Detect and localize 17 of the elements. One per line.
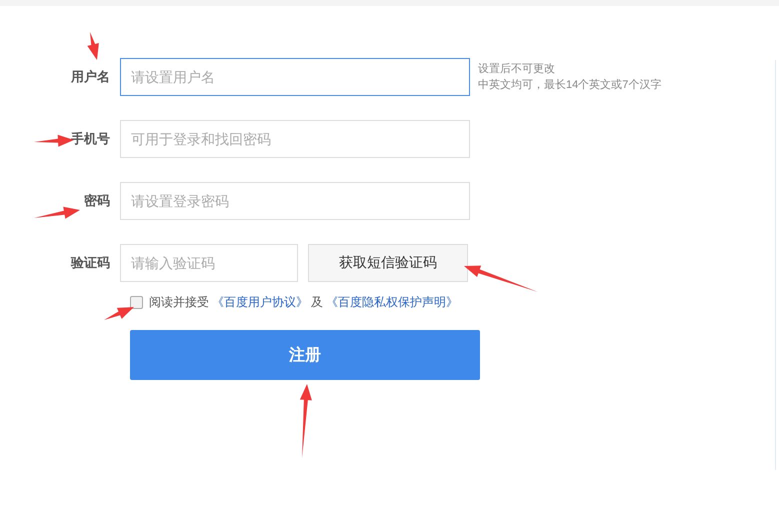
hint-text: 中英文均可，最长14个英文或7个汉字 [478,78,662,93]
input-field[interactable]: 请设置用户名 [120,58,470,96]
hint-text: 设置后不可更改 [478,62,556,77]
link[interactable]: 《百度用户协议》 [212,294,308,310]
link[interactable]: 《百度隐私权保护声明》 [326,294,458,310]
field-label: 用户名 [71,68,110,86]
conjunction-text: 及 [311,294,323,310]
register-button[interactable]: 注册 [130,330,480,380]
annotation-arrow [104,307,134,320]
field-label: 密码 [84,192,110,210]
get-code-button[interactable]: 获取短信验证码 [308,244,468,282]
agreement-text: 阅读并接受 [149,294,209,310]
field-label: 手机号 [71,130,110,148]
annotation-arrow [87,32,99,60]
annotation-arrow [34,206,80,219]
field-label: 验证码 [71,254,110,272]
checkbox[interactable] [130,296,143,308]
